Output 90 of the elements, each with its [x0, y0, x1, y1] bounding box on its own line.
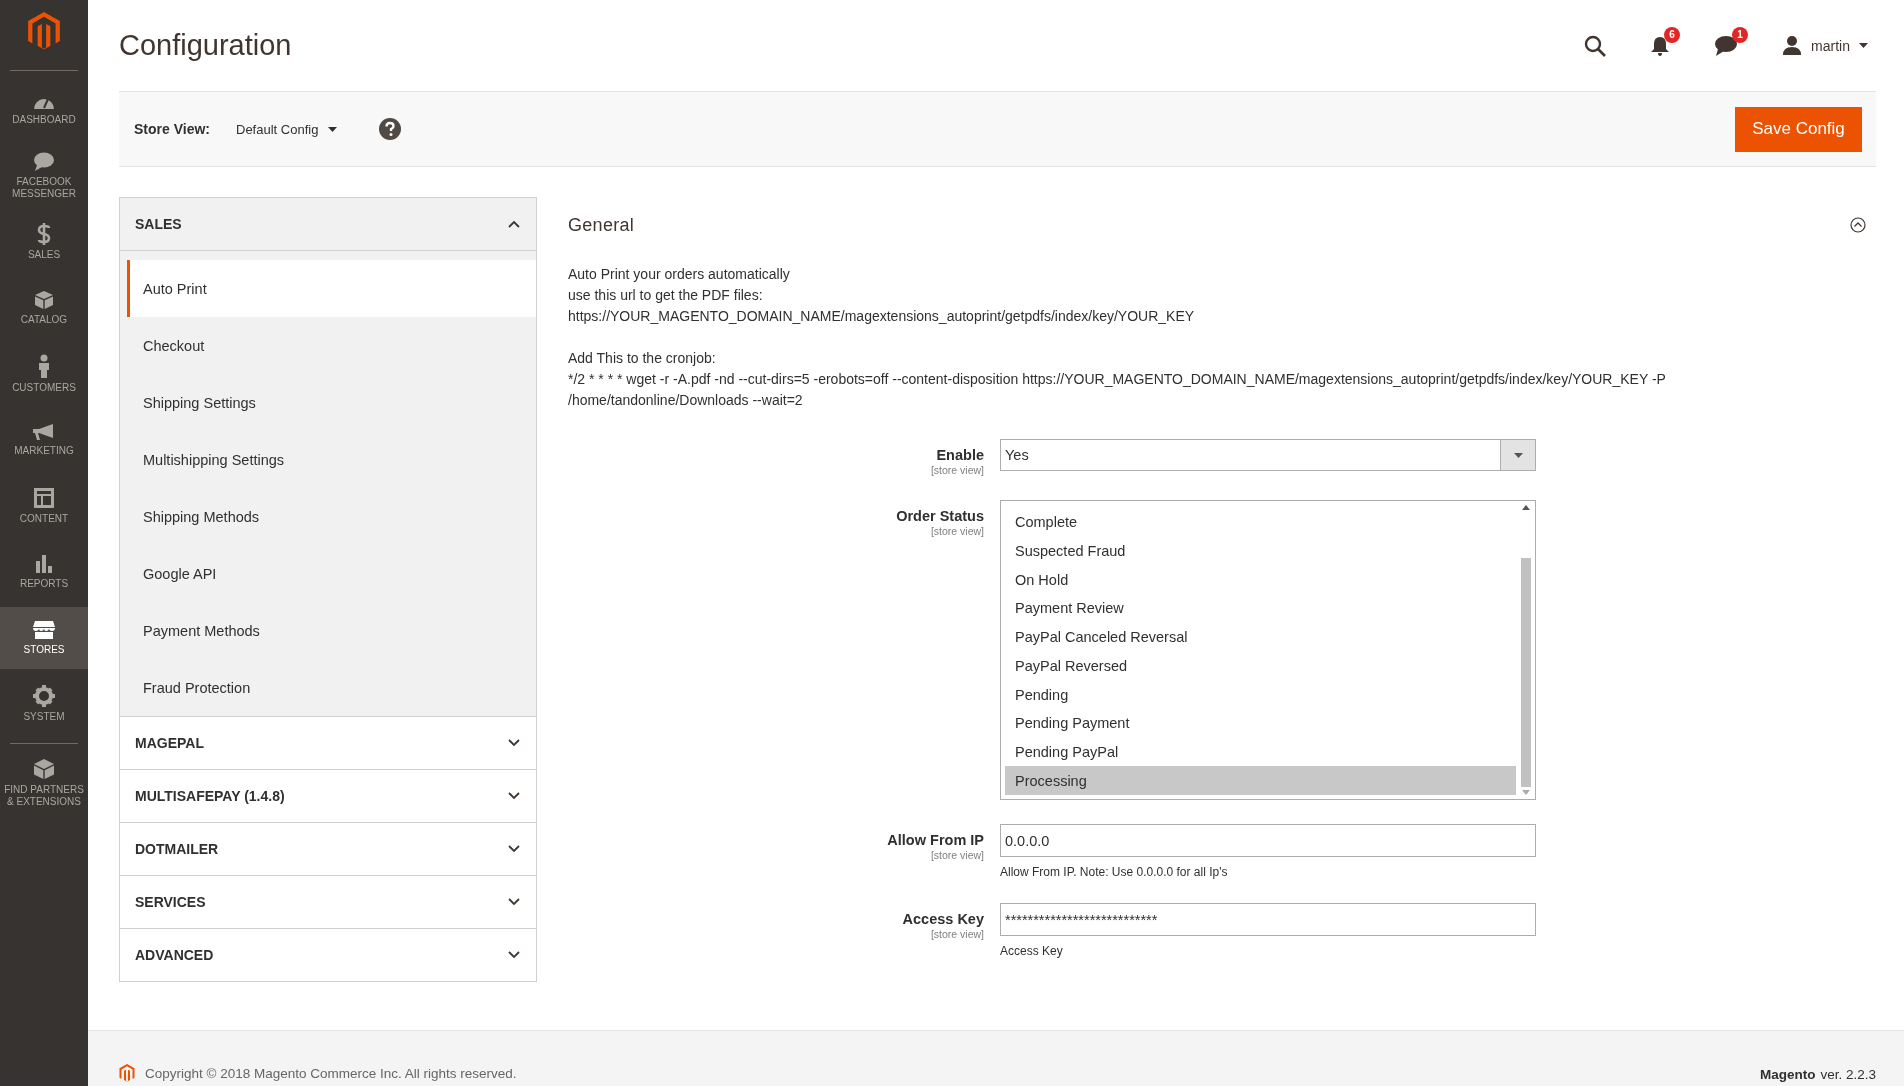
chevron-icon [508, 220, 520, 228]
copyright-text: Copyright © 2018 Magento Commerce Inc. All rights reserved. [145, 1065, 517, 1081]
config-tab-item[interactable]: Auto Print [127, 260, 536, 317]
list-option[interactable]: On Hold [1005, 565, 1516, 595]
config-tab-item[interactable]: Checkout [127, 317, 536, 374]
brand-name: Magento [1759, 1067, 1816, 1082]
field-label: Allow From IP [887, 832, 984, 848]
description-text: /home/tandonline/Downloads --wait=2 [568, 392, 803, 408]
list-option[interactable]: Complete [1005, 508, 1516, 537]
description-text: */2 * * * * wget -r -A.pdf -nd --cut-dirs=5 -erobots=off --content-disposition https://YOUR_MAGENTO_DOMAIN_NAME/magextensions_autoprint/getpdfs/index/key/YOUR_KEY -P [568, 371, 1666, 387]
megaphone-icon [32, 422, 56, 441]
list-option[interactable]: Suspected Fraud [1005, 536, 1516, 566]
field-note: Allow From IP. Note: Use 0.0.0.0 for all Ip's [1000, 865, 1229, 879]
store-view-label: Store View: [134, 121, 210, 137]
version-text: ver. 2.2.3 [1820, 1067, 1876, 1082]
box-icon [34, 289, 54, 310]
config-tab-item[interactable]: Shipping Settings [127, 374, 536, 431]
bar-chart-icon [34, 553, 54, 574]
field-label: Enable [936, 447, 984, 463]
help-icon[interactable] [379, 118, 402, 140]
sidebar-item[interactable]: SALES [0, 211, 88, 273]
scope-label: [store view] [930, 928, 984, 940]
logo-icon [119, 1064, 135, 1082]
sidebar-item[interactable]: DASHBOARD [0, 79, 88, 141]
user-menu[interactable]: martin [1782, 36, 1868, 55]
save-config-button[interactable]: Save Config [1735, 106, 1862, 152]
enable-select[interactable]: Yes [1000, 439, 1536, 471]
caret-icon [1513, 452, 1523, 458]
store-view-dropdown[interactable]: Default Config [236, 121, 338, 137]
notification-count: 6 [1664, 26, 1681, 43]
page-title: Configuration [119, 29, 292, 62]
chevron-icon [508, 845, 520, 853]
person-icon [38, 353, 50, 378]
message-count: 1 [1732, 26, 1749, 43]
sidebar-item[interactable]: FIND PARTNERS & EXTENSIONS [0, 752, 88, 814]
config-tab-item[interactable]: Fraud Protection [127, 659, 536, 716]
chevron-icon [508, 951, 520, 959]
field-note: Access Key [1000, 944, 1064, 958]
scrollbar[interactable] [1520, 505, 1532, 795]
blocks-icon [33, 757, 55, 780]
config-tab-header[interactable]: SALES [120, 198, 536, 251]
list-option[interactable]: Payment Review [1005, 594, 1516, 623]
gear-icon [33, 684, 55, 707]
section-header[interactable]: General [568, 208, 1866, 242]
chevron-icon [508, 739, 520, 747]
sidebar-item[interactable]: CATALOG [0, 277, 88, 339]
description-text: Auto Print your orders automatically [568, 266, 790, 282]
sidebar-item[interactable]: STORES [0, 607, 88, 669]
sidebar-item[interactable]: MARKETING [0, 409, 88, 471]
scroll-up-icon[interactable] [1522, 505, 1530, 510]
field-label: Order Status [896, 508, 984, 524]
chevron-icon [508, 792, 520, 800]
config-tab-item[interactable]: Multishipping Settings [127, 431, 536, 488]
list-option[interactable]: PayPal Reversed [1005, 651, 1516, 681]
sidebar-item[interactable]: CONTENT [0, 475, 88, 537]
order-status-list[interactable]: Complete Suspected Fraud On Hold Payment Review PayPal Canceled Reversal PayPal Reversed Pending Pending Payment Pending PayPal Processing [1000, 500, 1536, 800]
layout-icon [33, 486, 55, 509]
text-field[interactable]: *************************** [1000, 903, 1536, 936]
list-option[interactable]: Pending PayPal [1005, 737, 1516, 767]
scope-label: [store view] [930, 849, 984, 861]
sidebar-item[interactable]: REPORTS [0, 541, 88, 603]
config-tab-item[interactable]: Payment Methods [127, 602, 536, 659]
text-field[interactable]: 0.0.0.0 [1000, 824, 1536, 857]
config-tab-item[interactable]: Google API [127, 545, 536, 602]
storefront-icon [32, 619, 56, 640]
search-icon[interactable] [1584, 34, 1607, 57]
dollar-icon [37, 222, 51, 245]
list-option[interactable]: Pending Payment [1005, 708, 1516, 738]
description-text: Add This to the cronjob: [568, 350, 716, 366]
list-option[interactable]: Processing [1005, 766, 1516, 796]
speech-bubble-icon [33, 151, 55, 172]
logo-icon[interactable] [28, 12, 60, 50]
chevron-icon [508, 898, 520, 906]
sidebar-item[interactable]: SYSTEM [0, 673, 88, 735]
sidebar-item[interactable]: CUSTOMERS [0, 343, 88, 405]
description-text: https://YOUR_MAGENTO_DOMAIN_NAME/magextensions_autoprint/getpdfs/index/key/YOUR_KEY [568, 308, 1195, 324]
caret-icon [328, 126, 338, 132]
description-text: use this url to get the PDF files: [568, 287, 763, 303]
field-label: Access Key [902, 911, 984, 927]
list-option[interactable]: Pending [1005, 680, 1516, 709]
config-tab-item[interactable]: Shipping Methods [127, 488, 536, 545]
scope-label: [store view] [930, 464, 984, 476]
sidebar-item[interactable]: FACEBOOK MESSENGER [0, 145, 88, 207]
speech-bubble-icon[interactable] [1714, 34, 1739, 57]
bell-icon[interactable] [1650, 34, 1671, 57]
collapse-icon [1850, 217, 1866, 233]
list-option[interactable]: PayPal Canceled Reversal [1005, 622, 1516, 652]
caret-icon [1859, 43, 1868, 48]
scope-label: [store view] [930, 525, 984, 537]
user-icon [1782, 36, 1803, 55]
